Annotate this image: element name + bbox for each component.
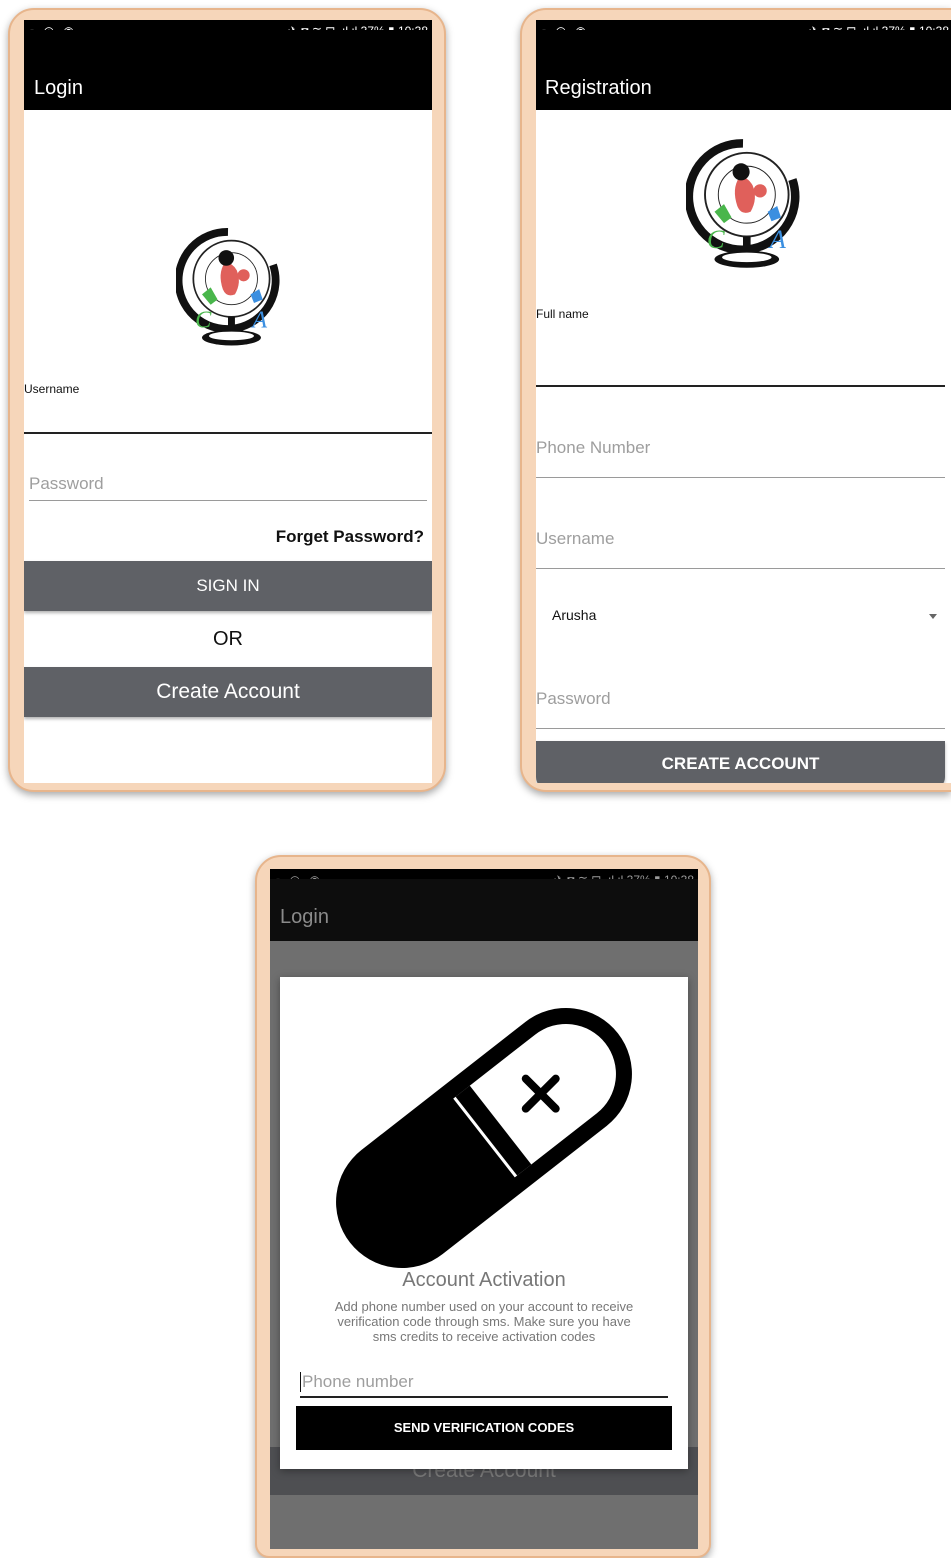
app-bar: Login <box>270 879 698 941</box>
send-verification-button[interactable]: SEND VERIFICATION CODES <box>296 1406 672 1450</box>
full-name-label: Full name <box>536 307 589 321</box>
login-phone-frame: ▪ ◎ ◉ ✈ ◘ ≋ ⊟ .ıl.ıl 37% ▮ 10:38 Login U… <box>8 8 446 792</box>
username-label: Username <box>24 382 80 396</box>
activation-screen: ▪ ◎ ◉ ✈ ◘ ≋ ⊟ .ıl.ıl 37% ▮ 10:38 Login C… <box>270 869 698 1549</box>
password-input[interactable]: Password <box>536 689 611 709</box>
create-account-button[interactable]: CREATE ACCOUNT <box>536 741 945 783</box>
activation-dialog: Account Activation Add phone number used… <box>280 977 688 1469</box>
forgot-password-link[interactable]: Forget Password? <box>276 527 424 547</box>
password-underline <box>536 728 945 729</box>
create-account-button[interactable]: Create Account <box>24 667 432 717</box>
send-verification-label: SEND VERIFICATION CODES <box>393 1420 575 1435</box>
phone-number-input[interactable]: Phone number <box>300 1370 668 1396</box>
username-input[interactable] <box>24 398 432 432</box>
dialog-description: Add phone number used on your account to… <box>300 1299 668 1344</box>
activation-phone-frame: ▪ ◎ ◉ ✈ ◘ ≋ ⊟ .ıl.ıl 37% ▮ 10:38 Login C… <box>255 855 711 1558</box>
phone-number-placeholder: Phone number <box>302 1372 414 1391</box>
region-select[interactable]: Arusha <box>536 602 945 632</box>
password-underline <box>29 500 427 501</box>
full-name-underline <box>536 385 945 387</box>
app-bar: Registration <box>536 30 951 110</box>
page-title: Registration <box>545 77 652 99</box>
or-separator: OR <box>213 628 243 650</box>
login-screen: ▪ ◎ ◉ ✈ ◘ ≋ ⊟ .ıl.ıl 37% ▮ 10:38 Login U… <box>24 20 432 783</box>
dialog-description-line: Add phone number used on your account to… <box>334 1299 634 1314</box>
app-bar: Login <box>24 30 432 110</box>
phone-number-underline <box>536 477 945 478</box>
username-input[interactable]: Username <box>536 529 614 549</box>
registration-screen: ▪ ◎ ◉ ✈ ◘ ≋ ⊟ .ıl.ıl 37% ▮ 10:38 Registr… <box>536 20 951 783</box>
region-selected-value: Arusha <box>552 607 597 623</box>
dialog-description-line: verification code through sms. Make sure… <box>337 1314 631 1329</box>
phone-number-underline <box>300 1396 668 1398</box>
pill-icon <box>336 1007 632 1269</box>
app-logo <box>176 220 280 360</box>
password-input[interactable]: Password <box>29 474 104 494</box>
sign-in-label: SIGN IN <box>196 576 260 595</box>
username-underline <box>536 568 945 569</box>
registration-phone-frame: ▪ ◎ ◉ ✈ ◘ ≋ ⊟ .ıl.ıl 37% ▮ 10:38 Registr… <box>520 8 951 792</box>
create-account-label: Create Account <box>156 680 300 703</box>
username-underline <box>24 432 432 434</box>
phone-number-input[interactable]: Phone Number <box>536 438 650 458</box>
sign-in-button[interactable]: SIGN IN <box>24 561 432 611</box>
dialog-description-line: sms credits to receive activation codes <box>372 1329 596 1344</box>
text-cursor <box>300 1372 301 1392</box>
dropdown-arrow-icon <box>929 614 937 619</box>
page-title: Login <box>280 906 329 928</box>
app-logo <box>686 132 800 282</box>
page-title: Login <box>34 77 83 99</box>
dialog-title: Account Activation <box>402 1269 566 1291</box>
create-account-label: CREATE ACCOUNT <box>661 754 820 773</box>
full-name-input[interactable] <box>536 325 951 385</box>
